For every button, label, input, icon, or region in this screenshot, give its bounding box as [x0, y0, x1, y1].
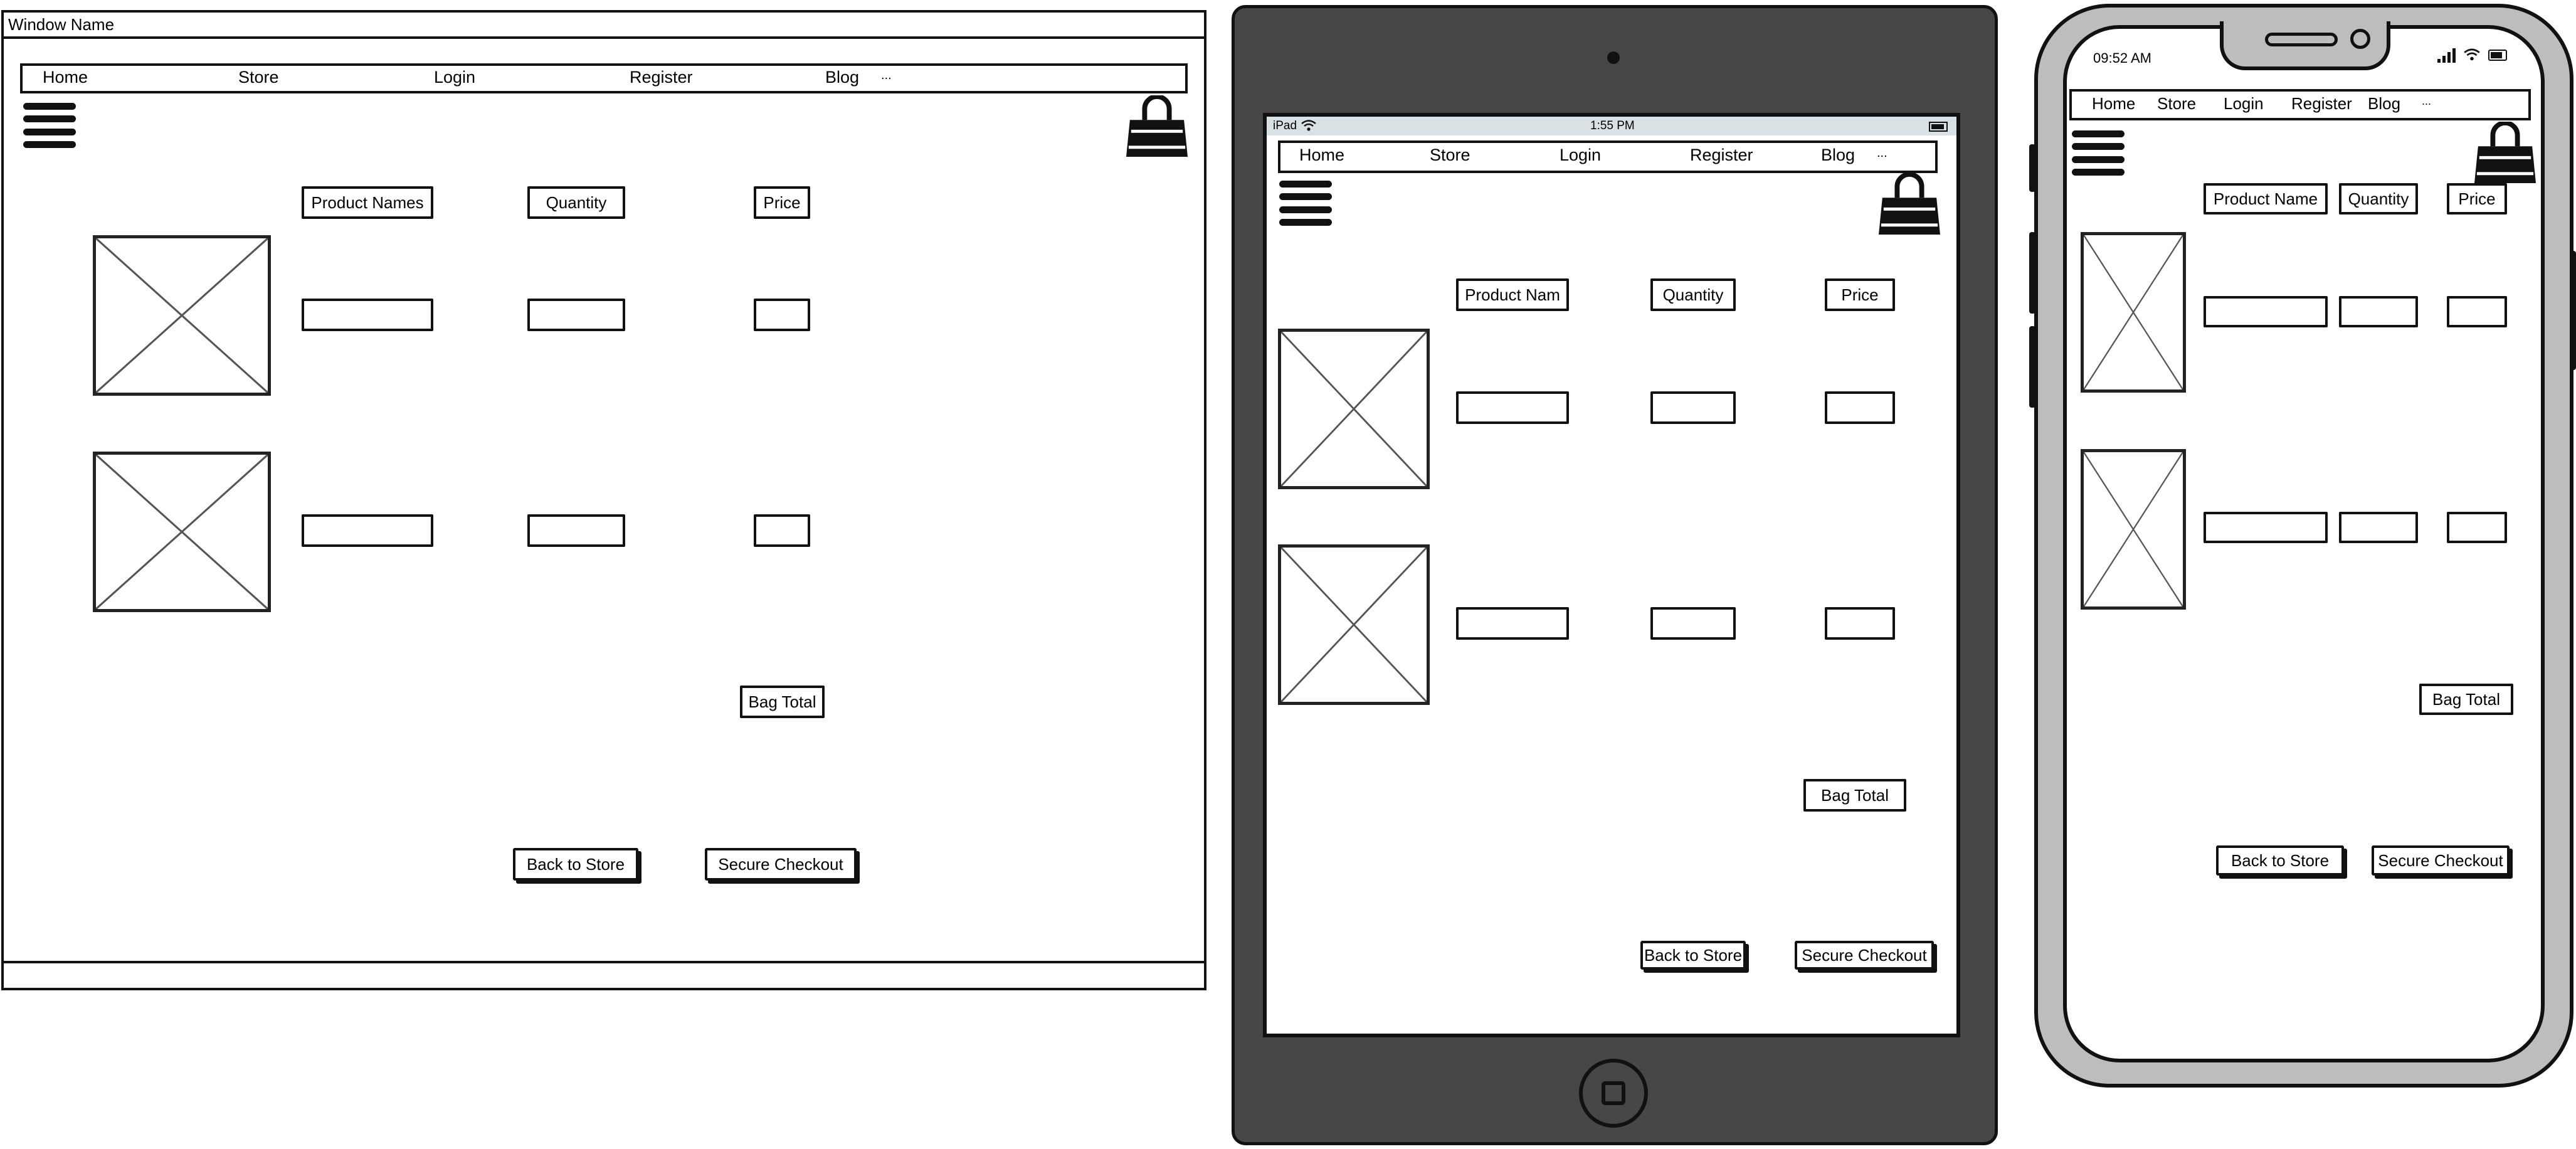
tablet-camera-icon: [1607, 51, 1620, 64]
tablet-product-name-field-2[interactable]: [1456, 607, 1569, 640]
image-placeholder-icon: [2084, 235, 2183, 389]
phone-speaker: [2265, 33, 2338, 46]
desktop-secure-checkout-button[interactable]: Secure Checkout: [705, 848, 857, 881]
phone-product-name-field-1[interactable]: [2204, 296, 2328, 327]
tablet-nav-more[interactable]: ...: [1877, 147, 1887, 159]
desktop-titlebar-divider: [1, 36, 1206, 39]
phone-side-button-left-2: [2029, 232, 2035, 314]
tablet-price-field-2[interactable]: [1825, 607, 1895, 640]
desktop-nav-more[interactable]: ...: [881, 69, 892, 82]
tablet-home-button-icon[interactable]: [1579, 1059, 1648, 1128]
tablet-nav-register[interactable]: Register: [1690, 147, 1753, 164]
phone-header-product-name: Product Name: [2204, 183, 2328, 214]
phone-product-image-1: [2081, 232, 2186, 393]
image-placeholder-icon: [2084, 452, 2183, 606]
desktop-nav-home[interactable]: Home: [43, 69, 88, 86]
tablet-header-quantity: Quantity: [1650, 278, 1736, 311]
tablet-secure-checkout-button[interactable]: Secure Checkout: [1795, 941, 1934, 970]
desktop-header-quantity: Quantity: [527, 186, 625, 219]
phone-product-name-field-2[interactable]: [2204, 512, 2328, 543]
desktop-nav-blog[interactable]: Blog: [825, 69, 859, 86]
desktop-product-image-1: [93, 235, 271, 396]
desktop-hamburger-menu-icon[interactable]: [23, 103, 76, 148]
tablet-price-field-1[interactable]: [1825, 391, 1895, 424]
phone-wifi-icon: [2464, 48, 2480, 61]
tablet-wifi-icon: [1301, 120, 1316, 131]
tablet-quantity-field-1[interactable]: [1650, 391, 1736, 424]
phone-header-price: Price: [2447, 183, 2507, 214]
tablet-product-name-field-1[interactable]: [1456, 391, 1569, 424]
image-placeholder-icon: [1281, 332, 1427, 486]
phone-nav-login[interactable]: Login: [2224, 95, 2264, 112]
image-placeholder-icon: [1281, 548, 1427, 702]
desktop-header-product-names: Product Names: [302, 186, 433, 219]
tablet-product-image-1: [1278, 329, 1430, 489]
tablet-product-image-2: [1278, 544, 1430, 705]
phone-nav-blog[interactable]: Blog: [2368, 95, 2400, 112]
desktop-price-field-1[interactable]: [754, 299, 810, 331]
tablet-battery-icon: [1929, 122, 1948, 132]
tablet-header-product-name: Product Nam: [1456, 278, 1569, 311]
tablet-bag-total: Bag Total: [1803, 779, 1906, 812]
image-placeholder-icon: [96, 238, 268, 393]
tablet-nav-store[interactable]: Store: [1430, 147, 1470, 164]
tablet-quantity-field-2[interactable]: [1650, 607, 1736, 640]
phone-secure-checkout-button[interactable]: Secure Checkout: [2372, 845, 2510, 876]
desktop-quantity-field-2[interactable]: [527, 514, 625, 547]
phone-back-to-store-button[interactable]: Back to Store: [2216, 845, 2344, 876]
phone-nav-store[interactable]: Store: [2157, 95, 2196, 112]
phone-side-button-left-1: [2029, 144, 2035, 192]
desktop-nav-register[interactable]: Register: [630, 69, 693, 86]
phone-price-field-1[interactable]: [2447, 296, 2507, 327]
phone-camera-icon: [2350, 29, 2370, 49]
tablet-status-time: 1:55 PM: [1590, 119, 1635, 132]
tablet-shopping-bag-icon[interactable]: [1879, 173, 1940, 235]
phone-side-button-right: [2570, 251, 2576, 370]
tablet-back-to-store-button[interactable]: Back to Store: [1640, 941, 1746, 970]
tablet-header-price: Price: [1825, 278, 1895, 311]
desktop-window-title: Window Name: [8, 15, 115, 34]
phone-battery-icon: [2488, 50, 2507, 61]
phone-price-field-2[interactable]: [2447, 512, 2507, 543]
phone-nav-home[interactable]: Home: [2092, 95, 2135, 112]
tablet-status-device: iPad: [1273, 119, 1297, 132]
phone-shopping-bag-icon[interactable]: [2474, 122, 2536, 183]
desktop-nav-login[interactable]: Login: [434, 69, 475, 86]
desktop-price-field-2[interactable]: [754, 514, 810, 547]
tablet-nav-login[interactable]: Login: [1560, 147, 1601, 164]
desktop-statusbar-divider: [1, 961, 1206, 963]
phone-cell-signal-icon: [2437, 48, 2456, 63]
tablet-hamburger-menu-icon[interactable]: [1279, 181, 1332, 226]
phone-side-button-left-3: [2029, 326, 2035, 408]
desktop-shopping-bag-icon[interactable]: [1126, 95, 1188, 157]
desktop-quantity-field-1[interactable]: [527, 299, 625, 331]
image-placeholder-icon: [96, 455, 268, 609]
desktop-header-price: Price: [754, 186, 810, 219]
phone-quantity-field-2[interactable]: [2339, 512, 2418, 543]
desktop-back-to-store-button[interactable]: Back to Store: [513, 848, 638, 881]
phone-status-time: 09:52 AM: [2093, 50, 2151, 66]
phone-hamburger-menu-icon[interactable]: [2072, 130, 2125, 176]
tablet-nav-blog[interactable]: Blog: [1821, 147, 1855, 164]
desktop-nav-store[interactable]: Store: [238, 69, 279, 86]
phone-bag-total: Bag Total: [2419, 684, 2513, 715]
phone-header-quantity: Quantity: [2339, 183, 2418, 214]
phone-quantity-field-1[interactable]: [2339, 296, 2418, 327]
desktop-product-name-field-2[interactable]: [302, 514, 433, 547]
tablet-nav-home[interactable]: Home: [1299, 147, 1344, 164]
desktop-product-name-field-1[interactable]: [302, 299, 433, 331]
desktop-nav-bar: [20, 63, 1188, 93]
phone-nav-register[interactable]: Register: [2291, 95, 2352, 112]
desktop-bag-total: Bag Total: [740, 686, 825, 718]
desktop-product-image-2: [93, 452, 271, 612]
phone-nav-more[interactable]: ...: [2422, 95, 2431, 107]
phone-product-image-2: [2081, 449, 2186, 610]
